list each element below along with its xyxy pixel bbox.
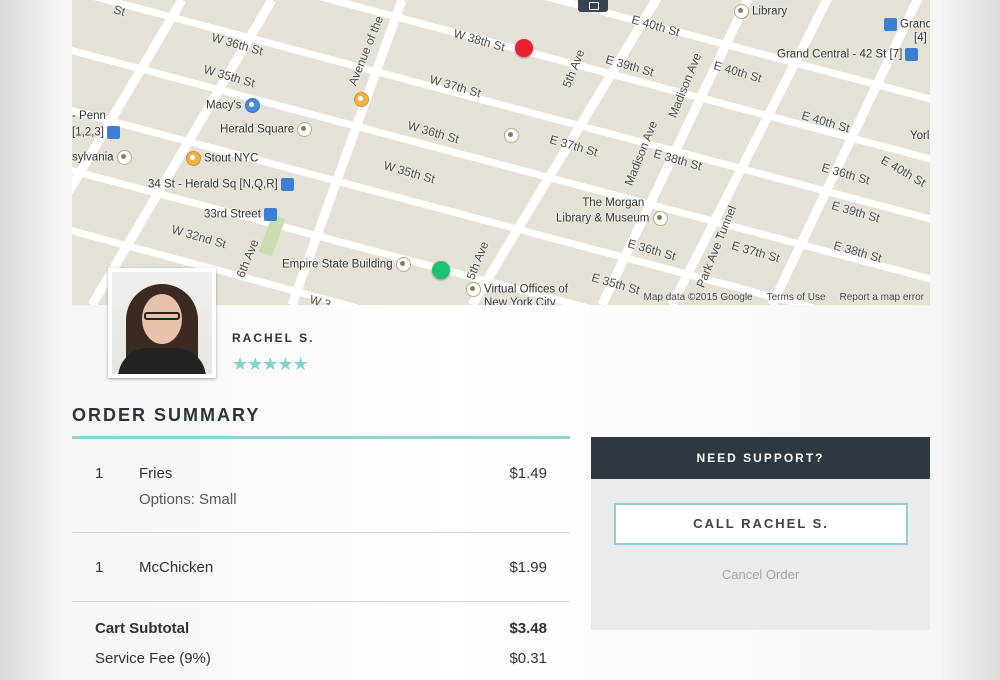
train-icon: [263, 208, 277, 221]
item-price: $1.49: [509, 465, 547, 482]
service-fee-label: Service Fee (9%): [95, 650, 211, 667]
subtotal-label: Cart Subtotal: [95, 620, 190, 637]
service-fee-row: Service Fee (9%) $0.31: [72, 650, 570, 680]
item-name: Fries: [139, 465, 173, 482]
landmark-icon: [297, 122, 313, 137]
item-quantity: 1: [95, 559, 104, 576]
poi-herald-square[interactable]: Herald Square: [220, 122, 315, 137]
driver-photo: [112, 272, 212, 374]
poi-empire-state[interactable]: Empire State Building: [282, 257, 414, 272]
subtotal-row: Cart Subtotal $3.48: [72, 620, 570, 650]
poi-stout[interactable]: Stout NYC: [186, 151, 258, 166]
item-price: $1.99: [509, 559, 547, 576]
order-totals: Cart Subtotal $3.48 Service Fee (9%) $0.…: [72, 602, 570, 680]
poi-library[interactable]: Library: [734, 4, 787, 19]
office-icon: [466, 282, 481, 297]
driver-avatar: [108, 268, 216, 378]
restaurant-icon: [354, 92, 369, 107]
poi-33rd-street[interactable]: 33rd Street: [204, 208, 277, 221]
cancel-order-link[interactable]: Cancel Order: [591, 567, 930, 582]
poi-sylvania[interactable]: sylvania: [72, 150, 135, 165]
service-fee-value: $0.31: [509, 650, 547, 667]
poi-penn[interactable]: - Penn: [72, 110, 106, 122]
support-title: NEED SUPPORT?: [591, 437, 930, 479]
poi-herald-sq-station[interactable]: 34 St - Herald Sq [N,Q,R]: [148, 178, 294, 191]
report-map-error-link[interactable]: Report a map error: [840, 292, 924, 303]
poi-restaurant[interactable]: [354, 92, 372, 107]
item-name: McChicken: [139, 559, 214, 576]
poi-grand-central-short[interactable]: Grand Co: [884, 18, 930, 31]
call-driver-button[interactable]: CALL RACHEL S.: [614, 503, 908, 545]
transit-icon: [884, 18, 897, 31]
subway-icon: [106, 126, 120, 139]
restaurant-icon: [186, 151, 201, 166]
museum-icon: [652, 211, 668, 226]
subway-icon: [280, 178, 294, 191]
order-line-item: 1 McChicken $1.99: [72, 533, 570, 602]
map[interactable]: W 36th St W 35th St W 38th St W 37th St …: [72, 0, 930, 305]
landmark-icon: [395, 257, 411, 272]
building-icon: [116, 150, 132, 165]
order-line-item: 1 Fries Options: Small $1.49: [72, 439, 570, 533]
support-panel: NEED SUPPORT? CALL RACHEL S. Cancel Orde…: [591, 437, 930, 630]
item-quantity: 1: [95, 465, 104, 482]
poi-virtual-offices[interactable]: Virtual Offices of New York City: [466, 282, 568, 305]
driver-location-pin-icon[interactable]: [432, 261, 450, 279]
poi-grand-central-line2: [4]: [914, 32, 927, 44]
map-footer: Map data ©2015 Google Terms of Use Repor…: [643, 292, 924, 303]
poi-morgan-library[interactable]: The Morgan Library & Museum: [556, 196, 671, 227]
driver-rating-stars: ★★★★★: [232, 354, 309, 374]
shopping-icon: [244, 98, 260, 113]
library-icon: [734, 4, 749, 19]
poi-penn-lines: [1,2,3]: [72, 126, 120, 139]
order-tracking-page: W 36th St W 35th St W 38th St W 37th St …: [72, 0, 930, 672]
hotel-icon: [504, 128, 519, 143]
poi-hotel[interactable]: [504, 128, 522, 143]
map-data-attribution: Map data ©2015 Google: [643, 292, 753, 303]
order-summary: 1 Fries Options: Small $1.49 1 McChicken…: [72, 439, 570, 680]
poi-macys[interactable]: Macy's: [206, 98, 263, 113]
subway-icon: [905, 48, 919, 61]
item-options: Options: Small: [139, 491, 237, 508]
driver-name: RACHEL S.: [232, 331, 315, 345]
pickup-pin-icon[interactable]: [515, 39, 533, 57]
subtotal-value: $3.48: [509, 620, 547, 637]
poi-york: Yorl: [910, 130, 930, 142]
order-summary-title: ORDER SUMMARY: [72, 405, 261, 425]
terms-link[interactable]: Terms of Use: [767, 292, 826, 303]
poi-grand-central[interactable]: Grand Central - 42 St [7]: [777, 48, 919, 61]
camera-icon[interactable]: [578, 0, 608, 12]
